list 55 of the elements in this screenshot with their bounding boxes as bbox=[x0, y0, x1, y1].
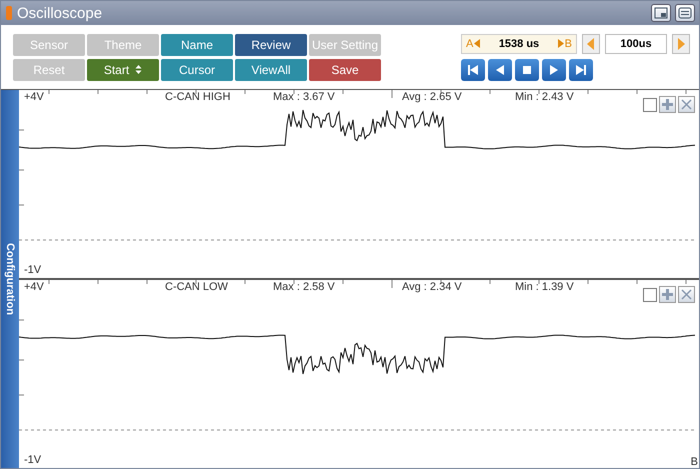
window-title: Oscilloscope bbox=[17, 4, 104, 22]
cursor-b-label: B bbox=[564, 38, 572, 50]
skip-start-button[interactable] bbox=[461, 58, 485, 80]
stop-icon bbox=[523, 66, 531, 74]
plus-icon bbox=[662, 99, 673, 110]
window-layout-icon bbox=[654, 7, 668, 19]
top-voltage-label: +4V bbox=[24, 91, 44, 103]
cursor-time-field[interactable]: A 1538 us B bbox=[461, 34, 577, 54]
bottom-voltage-label: -1V bbox=[24, 264, 42, 276]
channel-name: C-CAN HIGH bbox=[165, 91, 230, 103]
toolbar-button[interactable]: Cursor bbox=[161, 58, 233, 80]
right-triangle-icon bbox=[558, 39, 564, 48]
channel-checkbox[interactable] bbox=[643, 98, 657, 112]
left-triangle-icon bbox=[587, 38, 595, 50]
menu-button[interactable] bbox=[675, 4, 695, 22]
probe-icon bbox=[5, 5, 13, 21]
toolbar-button[interactable]: Save bbox=[309, 58, 381, 80]
left-triangle-icon bbox=[474, 39, 480, 48]
stop-button[interactable] bbox=[515, 58, 539, 80]
play-button[interactable] bbox=[542, 58, 566, 80]
close-icon bbox=[681, 289, 692, 300]
add-button[interactable] bbox=[659, 286, 676, 303]
menu-icon bbox=[678, 7, 692, 19]
skip-end-icon bbox=[576, 64, 586, 74]
right-triangle-icon bbox=[677, 38, 685, 50]
cursor-time-value: 1538 us bbox=[498, 38, 540, 50]
step-back-icon bbox=[496, 64, 504, 74]
min-reading: Min : 1.39 V bbox=[515, 281, 574, 293]
close-button[interactable] bbox=[678, 96, 695, 113]
toolbar-button[interactable]: Review bbox=[235, 34, 307, 56]
timebase-field[interactable]: 100us bbox=[605, 34, 667, 54]
configuration-tab[interactable]: Configuration bbox=[1, 90, 19, 468]
top-voltage-label: +4V bbox=[24, 281, 44, 293]
close-button[interactable] bbox=[678, 286, 695, 303]
toolbar-button[interactable]: Start bbox=[87, 58, 159, 80]
close-icon bbox=[681, 99, 692, 110]
skip-end-button[interactable] bbox=[569, 58, 593, 80]
cursor-b-marker: B bbox=[690, 456, 698, 468]
add-button[interactable] bbox=[659, 96, 676, 113]
avg-reading: Avg : 2.65 V bbox=[402, 91, 462, 103]
min-reading: Min : 2.43 V bbox=[515, 91, 574, 103]
toolbar-button[interactable]: ViewAll bbox=[235, 58, 307, 80]
channel-checkbox[interactable] bbox=[643, 288, 657, 302]
max-reading: Max : 3.67 V bbox=[273, 91, 335, 103]
bottom-voltage-label: -1V bbox=[24, 454, 42, 466]
avg-reading: Avg : 2.34 V bbox=[402, 281, 462, 293]
max-reading: Max : 2.58 V bbox=[273, 281, 335, 293]
step-back-button[interactable] bbox=[488, 58, 512, 80]
toolbar-button[interactable]: Name bbox=[161, 34, 233, 56]
plus-icon bbox=[662, 289, 673, 300]
play-icon bbox=[550, 64, 558, 74]
skip-start-icon bbox=[468, 64, 478, 74]
window-layout-button[interactable] bbox=[651, 4, 671, 22]
channel-name: C-CAN LOW bbox=[165, 281, 228, 293]
cursor-a-label: A bbox=[466, 38, 474, 50]
